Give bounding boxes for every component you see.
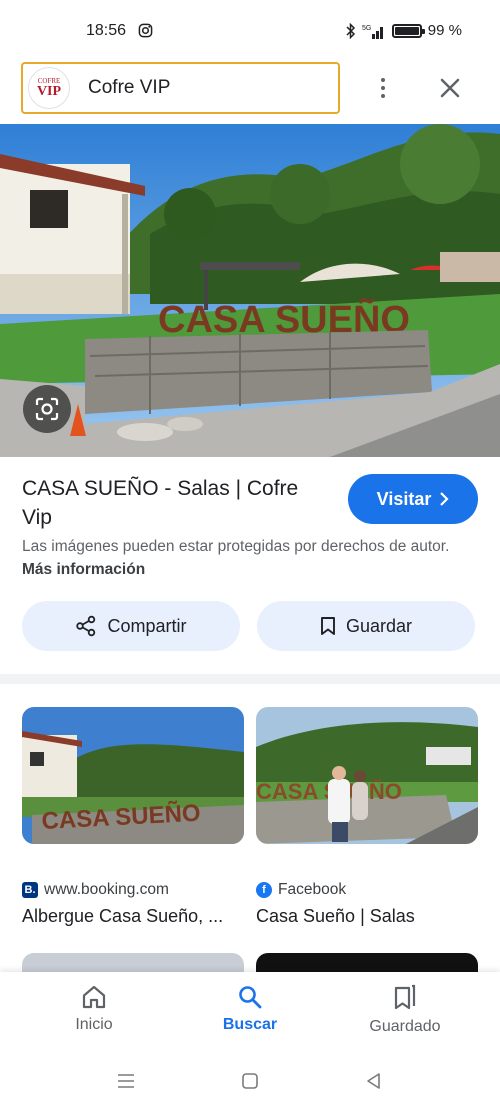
chevron-right-icon — [440, 492, 449, 506]
more-vert-icon[interactable] — [370, 72, 396, 104]
save-label: Guardar — [345, 615, 413, 636]
nav-search-label: Buscar — [222, 1016, 278, 1033]
search-icon — [239, 986, 262, 1009]
svg-text:5G: 5G — [362, 25, 371, 32]
bluetooth-icon — [346, 22, 355, 39]
battery-fill — [394, 26, 419, 35]
google-lens-icon — [35, 397, 59, 421]
copyright-notice: Las imágenes pueden estar protegidas por… — [22, 535, 472, 581]
nav-saved[interactable]: Guardado — [350, 984, 460, 1036]
copyright-text: Las imágenes pueden estar protegidas por… — [22, 538, 450, 555]
nav-home-label: Inicio — [75, 1016, 113, 1033]
battery-icon — [391, 23, 425, 38]
signal-icon: 5G — [362, 25, 383, 39]
related-source-1[interactable]: B. www.booking.com — [22, 881, 169, 899]
casa-sueno-photo: CASA SUEÑO — [0, 124, 500, 457]
nav-saved-label: Guardado — [369, 1018, 441, 1035]
related-image-2[interactable]: CASA SUEÑO — [256, 707, 478, 844]
visit-button[interactable]: Visitar — [348, 474, 478, 524]
status-icons: 5G 99 % — [346, 22, 462, 39]
booking-favicon-icon: B. — [22, 882, 38, 898]
facebook-favicon-icon: f — [256, 882, 272, 898]
related-source-2[interactable]: f Facebook — [256, 881, 346, 899]
nav-search[interactable]: Buscar — [195, 984, 305, 1034]
related-source-label-1: www.booking.com — [44, 881, 169, 898]
save-button[interactable]: Guardar — [257, 601, 475, 651]
close-icon[interactable] — [434, 72, 466, 104]
related-photo-2: CASA SUEÑO — [256, 707, 478, 844]
search-bar[interactable]: COFRE VIP Cofre VIP — [21, 62, 340, 114]
instagram-icon — [138, 23, 153, 38]
related-caption-2[interactable]: Casa Sueño | Salas — [256, 906, 478, 927]
google-lens-button[interactable] — [23, 385, 71, 433]
bookmark-icon — [321, 617, 335, 635]
home-square-icon[interactable] — [239, 1070, 261, 1092]
related-photo-1: CASA SUEÑO — [22, 707, 244, 844]
recents-menu-icon[interactable] — [115, 1070, 137, 1092]
section-divider — [0, 674, 500, 684]
bookmarks-icon — [394, 984, 416, 1010]
result-image[interactable]: CASA SUEÑO — [0, 124, 500, 457]
nav-home[interactable]: Inicio — [39, 984, 149, 1034]
search-query[interactable]: Cofre VIP — [88, 77, 170, 99]
more-info-link[interactable]: Más información — [22, 561, 145, 578]
battery-percent: 99 % — [427, 22, 462, 39]
home-icon — [82, 985, 106, 1009]
related-image-1[interactable]: CASA SUEÑO — [22, 707, 244, 844]
site-logo: COFRE VIP — [28, 67, 70, 109]
back-triangle-icon[interactable] — [363, 1070, 385, 1092]
site-logo-line2: VIP — [36, 83, 62, 99]
share-label: Compartir — [107, 615, 187, 636]
visit-label: Visitar — [376, 488, 432, 509]
result-title[interactable]: CASA SUEÑO - Salas | Cofre Vip — [22, 474, 332, 532]
status-time: 18:56 — [86, 22, 127, 39]
bottom-nav: Inicio Buscar Guardado — [0, 972, 500, 1050]
share-button[interactable]: Compartir — [22, 601, 240, 651]
share-icon — [76, 615, 96, 637]
related-source-label-2: Facebook — [278, 881, 347, 898]
system-nav-bar — [0, 1050, 500, 1111]
status-bar: 18:56 5G 99 % — [0, 0, 500, 64]
related-caption-1[interactable]: Albergue Casa Sueño, ... — [22, 906, 244, 927]
